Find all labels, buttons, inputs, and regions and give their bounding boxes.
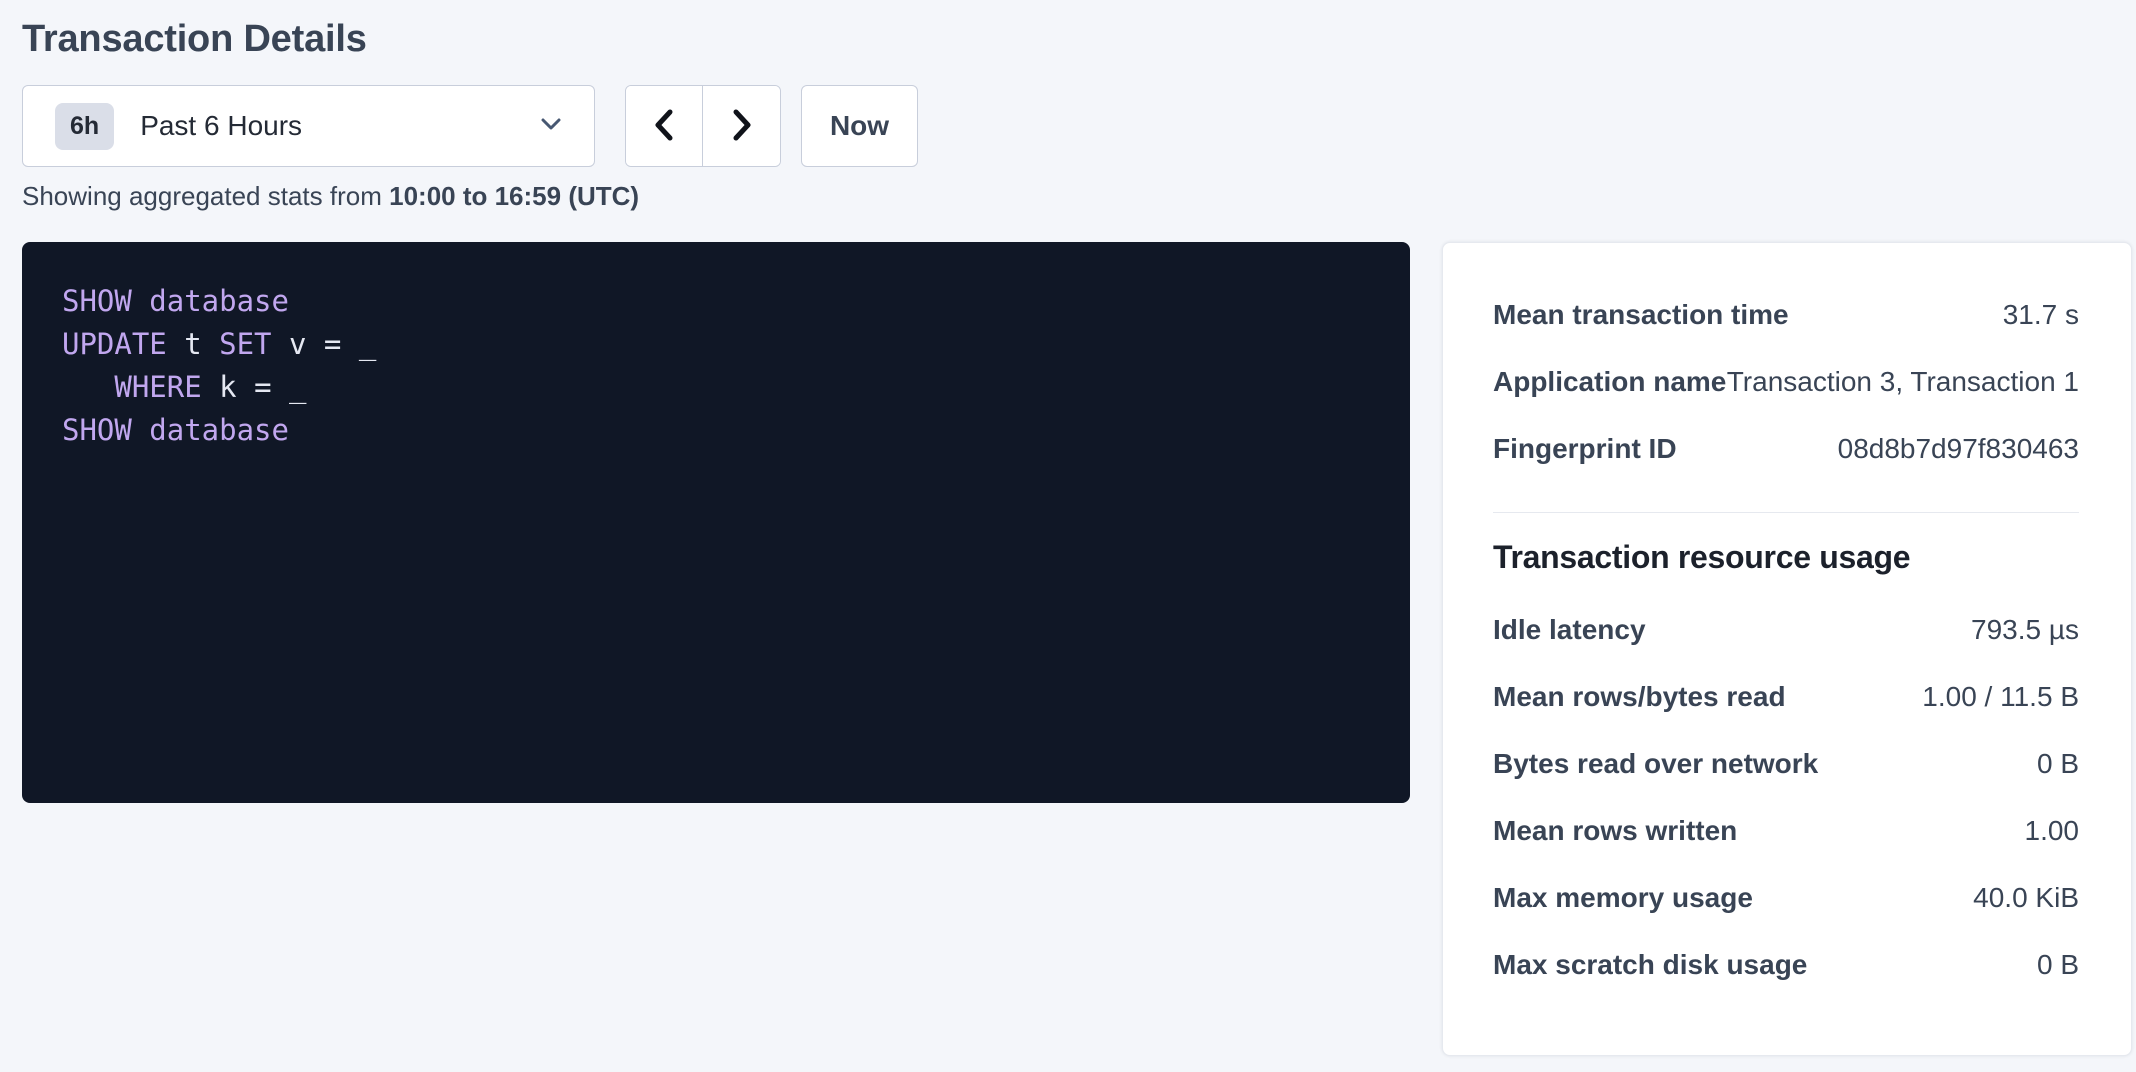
main-content: SHOW database UPDATE t SET v = _ WHERE k… [22, 242, 2136, 1056]
stat-row-max-memory-usage: Max memory usage 40.0 KiB [1493, 864, 2079, 931]
sql-line-2: UPDATE t SET v = _ [62, 323, 1370, 366]
stat-row-application-name: Application name Transaction 3, Transact… [1493, 348, 2079, 415]
time-step-button-group [625, 85, 781, 167]
card-divider [1493, 512, 2079, 513]
sql-token: = _ [254, 370, 306, 404]
stat-label: Max scratch disk usage [1493, 949, 1807, 981]
stat-label: Fingerprint ID [1493, 433, 1677, 465]
sql-token: k [219, 370, 254, 404]
stat-label: Bytes read over network [1493, 748, 1818, 780]
stat-value: 1.00 [2025, 815, 2080, 847]
transaction-details-page: Transaction Details 6h Past 6 Hours [0, 0, 2136, 1056]
aggregation-range-value: 10:00 to 16:59 (UTC) [389, 181, 639, 211]
chevron-left-icon [651, 105, 677, 148]
sql-token: v [289, 327, 324, 361]
aggregation-range-text: Showing aggregated stats from 10:00 to 1… [22, 181, 2136, 212]
stat-value: 1.00 / 11.5 B [1922, 681, 2079, 713]
chevron-down-icon [536, 114, 566, 139]
resource-usage-heading: Transaction resource usage [1493, 539, 2079, 576]
time-controls: 6h Past 6 Hours [22, 85, 2136, 167]
stat-label: Mean rows written [1493, 815, 1737, 847]
time-range-label: Past 6 Hours [140, 110, 302, 142]
sql-token: t [184, 327, 219, 361]
sql-token: SHOW database [62, 284, 289, 318]
sql-line-1: SHOW database [62, 280, 1370, 323]
sql-statement-box: SHOW database UPDATE t SET v = _ WHERE k… [22, 242, 1410, 803]
now-button[interactable]: Now [801, 85, 918, 167]
stat-value: 40.0 KiB [1973, 882, 2079, 914]
page-title: Transaction Details [22, 18, 2136, 61]
stat-row-mean-transaction-time: Mean transaction time 31.7 s [1493, 281, 2079, 348]
time-range-dropdown[interactable]: 6h Past 6 Hours [22, 85, 595, 167]
stat-label: Mean rows/bytes read [1493, 681, 1786, 713]
stat-row-idle-latency: Idle latency 793.5 µs [1493, 596, 2079, 663]
stat-value: 0 B [2037, 748, 2079, 780]
sql-token: = _ [324, 327, 376, 361]
stat-row-fingerprint-id: Fingerprint ID 08d8b7d97f830463 [1493, 415, 2079, 482]
stat-label: Application name [1493, 366, 1726, 398]
stat-value: Transaction 3, Transaction 1 [1727, 366, 2079, 398]
stat-value: 0 B [2037, 949, 2079, 981]
stat-value: 31.7 s [2003, 299, 2079, 331]
stat-row-mean-rows-bytes-read: Mean rows/bytes read 1.00 / 11.5 B [1493, 663, 2079, 730]
stat-label: Max memory usage [1493, 882, 1753, 914]
sql-token: WHERE [62, 370, 219, 404]
stat-value: 793.5 µs [1971, 614, 2079, 646]
sql-line-3: WHERE k = _ [62, 366, 1370, 409]
stat-value: 08d8b7d97f830463 [1838, 433, 2079, 465]
next-time-button[interactable] [703, 86, 780, 166]
sql-token: UPDATE [62, 327, 184, 361]
summary-card: Mean transaction time 31.7 s Application… [1442, 242, 2132, 1056]
chevron-right-icon [729, 105, 755, 148]
stat-label: Idle latency [1493, 614, 1646, 646]
stat-row-max-scratch-disk-usage: Max scratch disk usage 0 B [1493, 931, 2079, 998]
sql-token: SHOW database [62, 413, 289, 447]
stat-label: Mean transaction time [1493, 299, 1789, 331]
prev-time-button[interactable] [626, 86, 703, 166]
time-range-badge: 6h [55, 103, 114, 150]
sql-line-4: SHOW database [62, 409, 1370, 452]
stat-row-bytes-read-over-network: Bytes read over network 0 B [1493, 730, 2079, 797]
aggregation-range-prefix: Showing aggregated stats from [22, 181, 389, 211]
stat-row-mean-rows-written: Mean rows written 1.00 [1493, 797, 2079, 864]
sql-token: SET [219, 327, 289, 361]
